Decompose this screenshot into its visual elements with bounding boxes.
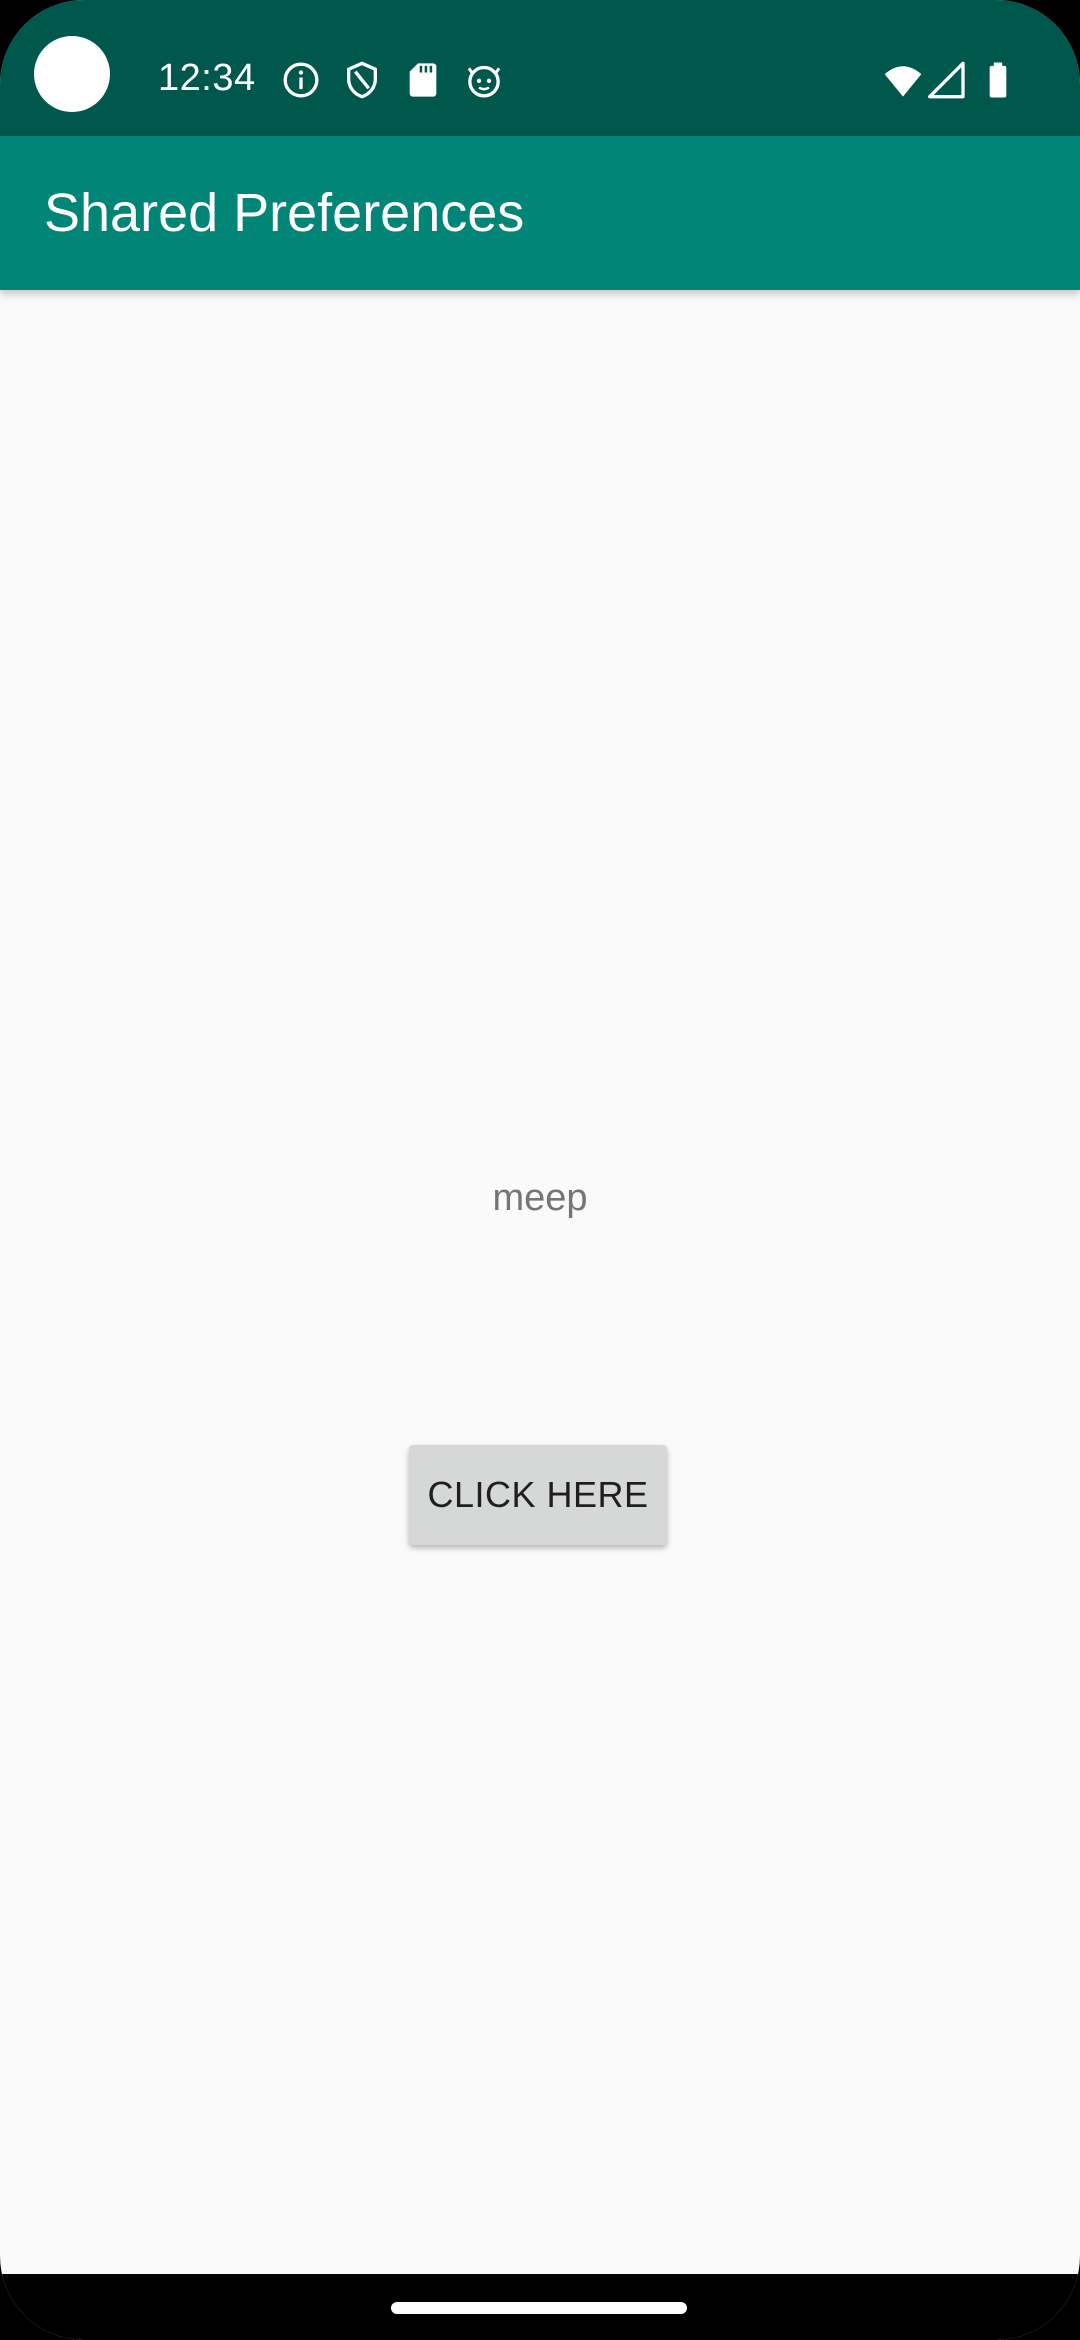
navigation-bar [0, 2274, 1080, 2340]
shield-icon [342, 60, 382, 100]
home-gesture-handle[interactable] [391, 2302, 687, 2314]
status-bar: 12:34 [0, 0, 1080, 136]
camera-cutout [34, 36, 110, 112]
battery-icon [978, 60, 1018, 100]
app-title: Shared Preferences [44, 183, 525, 243]
info-icon [281, 60, 321, 100]
app-bar: Shared Preferences [0, 136, 1080, 290]
android-face-icon [464, 60, 504, 100]
status-clock: 12:34 [158, 57, 256, 99]
click-here-button[interactable]: CLICK HERE [409, 1445, 667, 1545]
meep-label: meep [492, 1177, 588, 1219]
phone-screen: 12:34 Shared Preferences meep CLICK HERE [0, 0, 1080, 2340]
main-content: meep CLICK HERE [0, 290, 1080, 2274]
sd-card-icon [403, 60, 443, 100]
signal-icon [928, 60, 968, 100]
wifi-icon [882, 60, 924, 100]
